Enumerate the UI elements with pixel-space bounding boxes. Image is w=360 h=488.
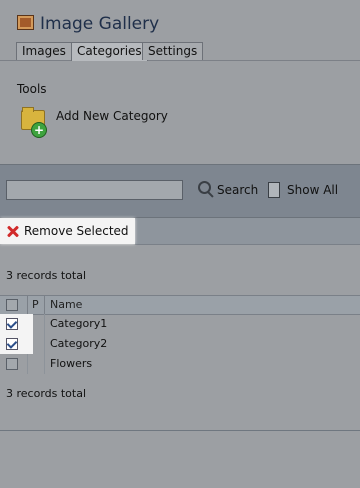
table-row[interactable]: Flowers (0, 354, 360, 374)
tab-bar: Images Categories Settings (0, 40, 360, 61)
search-input[interactable] (6, 180, 183, 200)
column-header-p[interactable]: P (32, 298, 39, 311)
row-name: Category1 (50, 317, 108, 330)
remove-selected-label: Remove Selected (24, 224, 129, 238)
table-row[interactable]: Category1 (0, 314, 360, 334)
tab-settings[interactable]: Settings (142, 42, 204, 60)
row-checkbox[interactable] (6, 358, 18, 370)
tools-section-label: Tools (17, 82, 47, 96)
row-checkbox[interactable] (6, 318, 18, 330)
select-all-checkbox[interactable] (6, 299, 18, 311)
row-name: Flowers (50, 357, 93, 370)
remove-selected-button[interactable]: Remove Selected (0, 218, 135, 244)
show-all-button[interactable]: Show All (287, 183, 338, 197)
column-divider (27, 354, 28, 374)
checkmark-icon (6, 318, 18, 329)
gallery-header: Image Gallery (0, 0, 360, 40)
divider (0, 430, 360, 431)
grid-header: P Name (0, 295, 360, 315)
row-check-cell (0, 334, 33, 354)
records-total-top: 3 records total (6, 269, 87, 282)
add-new-category-link[interactable]: Add New Category (56, 109, 168, 123)
tab-categories[interactable]: Categories (71, 42, 148, 61)
column-divider (27, 296, 28, 314)
table-row[interactable]: Category2 (0, 334, 360, 354)
checkmark-icon (6, 338, 18, 349)
show-all-icon[interactable] (268, 182, 280, 198)
row-checkbox[interactable] (6, 338, 18, 350)
row-check-cell (0, 314, 33, 334)
app-title: Image Gallery (40, 14, 160, 34)
column-divider (44, 314, 45, 334)
search-button[interactable]: Search (217, 183, 258, 197)
column-divider (44, 296, 45, 314)
tab-images[interactable]: Images (16, 42, 72, 60)
column-header-name[interactable]: Name (50, 298, 82, 311)
gallery-app-icon (17, 15, 34, 30)
records-total-bottom: 3 records total (6, 387, 87, 400)
row-name: Category2 (50, 337, 108, 350)
column-divider (44, 354, 45, 374)
remove-x-icon (7, 225, 19, 237)
plus-icon: + (31, 122, 47, 138)
action-toolbar (135, 218, 360, 245)
column-divider (44, 334, 45, 354)
search-icon[interactable] (198, 181, 211, 194)
